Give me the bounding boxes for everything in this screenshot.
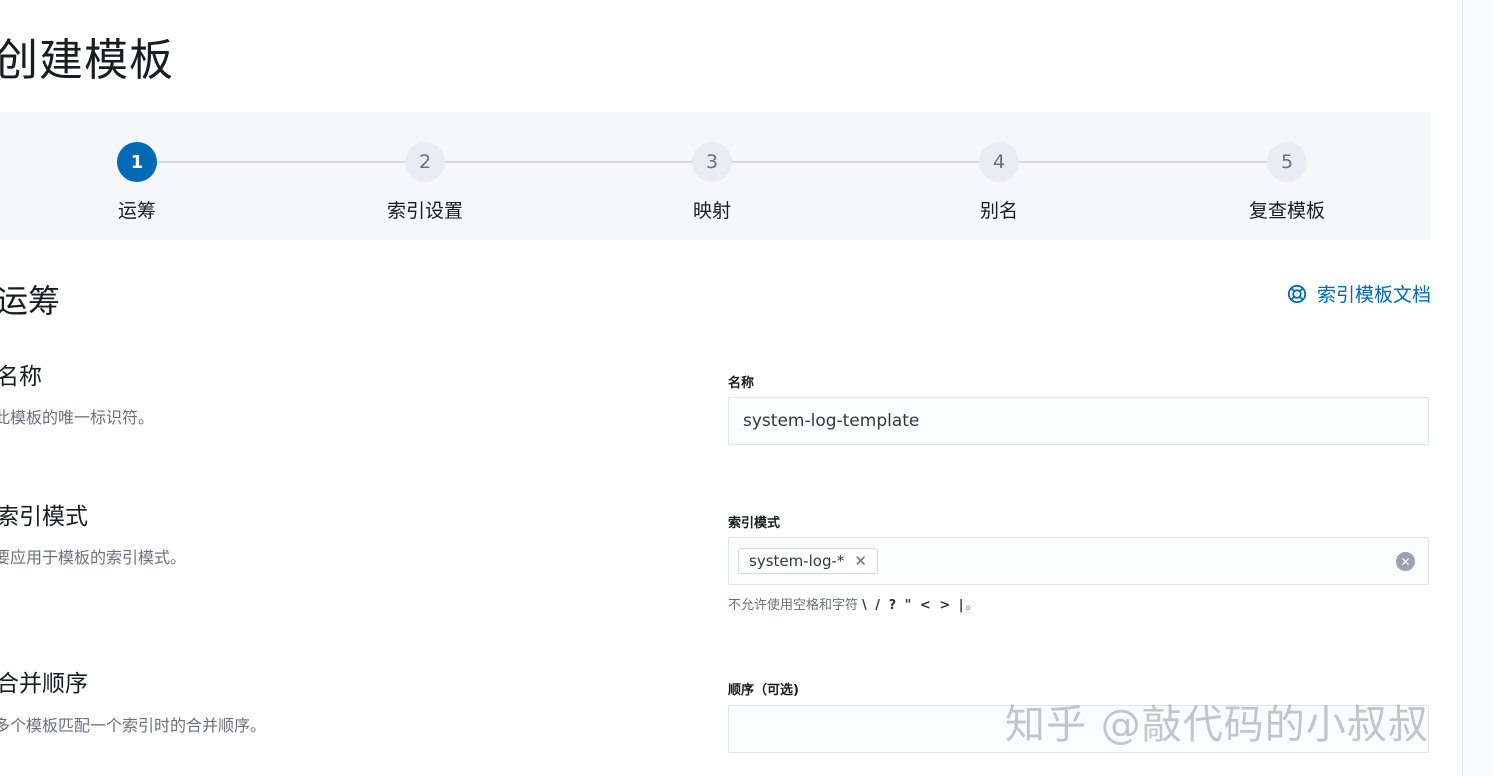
step-number-badge: 4 — [979, 142, 1019, 182]
order-input[interactable] — [728, 705, 1429, 753]
pill-label: system-log-* — [749, 552, 845, 570]
name-input[interactable]: system-log-template — [728, 397, 1429, 445]
order-input-label: 顺序（可选) — [728, 683, 799, 698]
order-field-title: 合并顺序 — [0, 671, 88, 697]
step-2[interactable]: 2 索引设置 — [350, 142, 500, 223]
name-input-label: 名称 — [728, 376, 755, 391]
help-text: 不允许使用空格和字符 — [728, 598, 859, 613]
step-title: 映射 — [692, 200, 731, 222]
order-field-description: 多个模板匹配一个索引时的合并顺序。 — [0, 716, 267, 735]
step-title: 运筹 — [117, 200, 156, 222]
step-4[interactable]: 4 别名 — [924, 142, 1074, 223]
index-patterns-help-text: 不允许使用空格和字符 \ / ? " < > |。 — [728, 594, 979, 613]
index-pattern-pill: system-log-* ✕ — [738, 548, 878, 574]
step-1[interactable]: 1 运筹 — [62, 142, 212, 223]
step-title: 别名 — [979, 200, 1018, 222]
index-template-docs-link[interactable]: 索引模板文档 — [1287, 280, 1431, 307]
step-title: 复查模板 — [1248, 200, 1325, 222]
doc-link-label: 索引模板文档 — [1316, 284, 1431, 306]
index-patterns-field-description: 要应用于模板的索引模式。 — [0, 548, 187, 567]
help-disallowed-chars: \ / ? " < > | — [862, 598, 966, 613]
step-3[interactable]: 3 映射 — [637, 142, 787, 223]
step-5[interactable]: 5 复查模板 — [1212, 142, 1362, 223]
help-lifebuoy-icon — [1287, 284, 1307, 303]
steps-panel: 1 运筹 2 索引设置 3 映射 4 别名 5 复查模板 — [0, 112, 1431, 240]
index-patterns-input-label: 索引模式 — [728, 516, 781, 531]
step-title: 索引设置 — [386, 200, 463, 222]
page-title: 创建模板 — [0, 35, 174, 86]
name-field-title: 名称 — [0, 364, 42, 390]
name-field-description: 此模板的唯一标识符。 — [0, 408, 155, 427]
help-suffix: 。 — [965, 598, 979, 613]
step-number-badge: 2 — [405, 142, 445, 182]
step-number-badge: 3 — [692, 142, 732, 182]
clear-all-icon[interactable]: ✕ — [1396, 552, 1415, 571]
index-patterns-field-title: 索引模式 — [0, 504, 88, 530]
name-input-value: system-log-template — [743, 411, 920, 431]
remove-pill-icon[interactable]: ✕ — [854, 552, 867, 570]
right-scroll-rail — [1462, 0, 1493, 776]
step-number-badge: 5 — [1267, 142, 1307, 182]
step-number-badge: 1 — [117, 142, 157, 182]
index-patterns-combobox[interactable]: system-log-* ✕ ✕ — [728, 537, 1429, 585]
section-title: 运筹 — [0, 282, 61, 320]
